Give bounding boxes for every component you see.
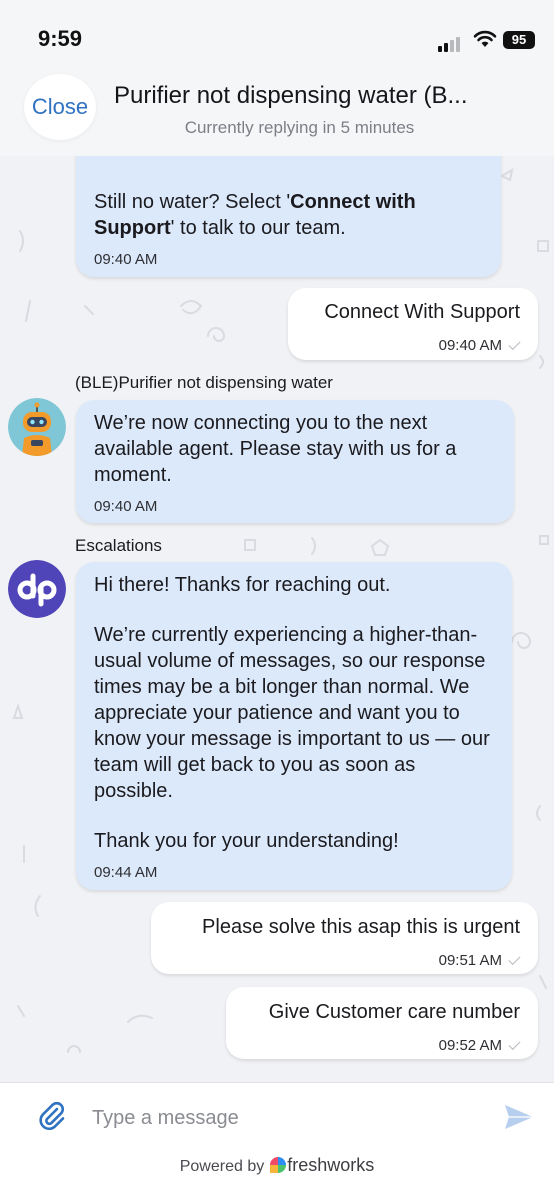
freshworks-logo-icon <box>270 1157 287 1173</box>
message-time: 09:40 AM <box>94 251 158 268</box>
message-time: 09:40 AM <box>94 498 158 515</box>
message-time: 09:40 AM <box>306 333 521 359</box>
message-time: 09:51 AM <box>169 948 521 974</box>
message-time: 09:52 AM <box>244 1033 521 1059</box>
wifi-icon <box>473 30 497 47</box>
message-text: Please solve this asap this is urgent <box>202 916 520 938</box>
powered-by-footer[interactable]: Powered by freshworks <box>0 1155 554 1176</box>
message-text: Connect With Support <box>324 301 520 323</box>
message-bubble-incoming: We’re now connecting you to the next ava… <box>76 400 514 523</box>
delivered-check-icon <box>508 337 521 351</box>
sender-name: (BLE)Purifier not dispensing water <box>75 373 333 392</box>
reply-time-status: Currently replying in 5 minutes <box>184 118 415 137</box>
brand-name: freshworks <box>287 1155 375 1175</box>
status-bar: 9:59 95 <box>0 0 554 66</box>
powered-by-label: Powered by <box>179 1158 265 1175</box>
dp-logo-avatar <box>8 560 66 618</box>
sender-name: Escalations <box>75 536 162 555</box>
send-icon[interactable] <box>503 1103 535 1131</box>
message-paragraph: We’re currently experiencing a higher-th… <box>94 624 490 802</box>
message-bubble-outgoing: Connect With Support 09:40 AM <box>288 288 538 360</box>
message-input[interactable] <box>92 1101 482 1135</box>
message-bubble-outgoing: Give Customer care number 09:52 AM <box>226 987 538 1059</box>
message-text: Still no water? Select 'Connect with Sup… <box>94 191 416 239</box>
status-time: 9:59 <box>38 26 83 51</box>
signal-icon <box>438 34 462 52</box>
message-time: 09:44 AM <box>94 864 158 881</box>
delivered-check-icon <box>508 1037 521 1051</box>
message-bubble-incoming: Hi there! Thanks for reaching out. We’re… <box>76 562 512 890</box>
message-paragraph: Thank you for your understanding! <box>94 830 399 852</box>
message-paragraph: Hi there! Thanks for reaching out. <box>94 574 391 596</box>
battery-icon: 95 <box>503 31 535 49</box>
message-text: We’re now connecting you to the next ava… <box>94 412 457 486</box>
chat-header: Close Purifier not dispensing water (B..… <box>0 66 554 156</box>
message-text: Give Customer care number <box>268 1001 520 1023</box>
message-composer: Powered by freshworks <box>0 1082 554 1199</box>
paperclip-icon[interactable] <box>38 1101 66 1131</box>
message-bubble-outgoing: Please solve this asap this is urgent 09… <box>151 902 538 974</box>
conversation-title: Purifier not dispensing water (B... <box>114 82 468 109</box>
message-bubble-incoming: Still no water? Select 'Connect with Sup… <box>76 156 501 277</box>
robot-bot-avatar <box>8 398 66 456</box>
message-list[interactable]: Still no water? Select 'Connect with Sup… <box>0 156 554 1082</box>
delivered-check-icon <box>508 952 521 966</box>
